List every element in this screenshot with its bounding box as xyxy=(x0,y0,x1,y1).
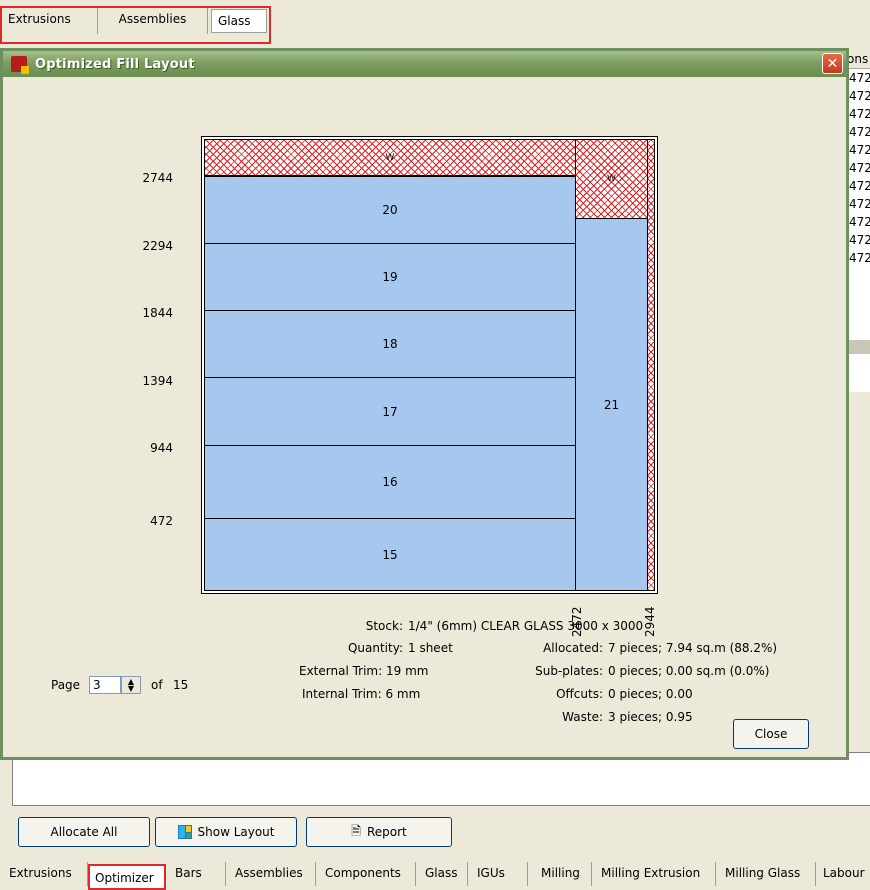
glass-piece[interactable]: 18 xyxy=(204,310,576,378)
allocate-all-label: Allocate All xyxy=(50,825,118,839)
tab-assemblies[interactable]: Assemblies xyxy=(230,862,316,886)
y-tick-label: 2744 xyxy=(142,171,173,185)
dialog-titlebar[interactable]: Optimized Fill Layout ✕ xyxy=(3,51,846,77)
glass-piece[interactable]: 20 xyxy=(204,176,576,244)
report-label: Report xyxy=(366,825,407,839)
glass-piece[interactable]: 19 xyxy=(204,243,576,311)
glass-piece[interactable]: 21 xyxy=(575,218,648,591)
page-spinner[interactable]: ▲ ▼ xyxy=(121,676,141,694)
glass-sheet-layout: W 20 19 18 17 16 15 W 21 xyxy=(201,136,658,594)
show-layout-button[interactable]: Show Layout xyxy=(155,817,297,847)
glass-piece[interactable]: 15 xyxy=(204,518,576,591)
page-of-label: of xyxy=(151,678,163,692)
y-tick-label: 2294 xyxy=(142,239,173,253)
allocated-value: 7 pieces; 7.94 sq.m (88.2%) xyxy=(608,641,778,655)
report-icon: 🗎 xyxy=(351,823,361,838)
tab-bars[interactable]: Bars xyxy=(170,862,226,886)
waste-label: W xyxy=(385,152,395,163)
tab-milling-extrusion[interactable]: Milling Extrusion xyxy=(596,862,716,886)
page-number-input[interactable]: 3 xyxy=(89,676,121,694)
optimized-fill-layout-dialog: Optimized Fill Layout ✕ 2744 2294 1844 1… xyxy=(0,48,849,760)
y-tick-label: 944 xyxy=(150,441,173,455)
quantity-label: Quantity: xyxy=(347,641,403,655)
tab-components[interactable]: Components xyxy=(320,862,416,886)
spin-down-icon[interactable]: ▼ xyxy=(128,685,134,693)
tab-milling-glass[interactable]: Milling Glass xyxy=(720,862,816,886)
app-logo-icon xyxy=(11,56,29,74)
close-button-label: Close xyxy=(754,727,788,741)
allocated-label: Allocated: xyxy=(543,641,603,655)
close-icon[interactable]: ✕ xyxy=(822,53,843,74)
offcuts-value: 0 pieces; 0.00 xyxy=(608,687,693,701)
allocate-all-button[interactable]: Allocate All xyxy=(18,817,150,847)
waste-label: W xyxy=(607,174,616,184)
tab-extrusions[interactable]: Extrusions xyxy=(4,862,88,886)
glass-piece[interactable]: 17 xyxy=(204,377,576,446)
top-tab-glass[interactable]: Glass xyxy=(211,9,267,33)
tab-optimizer[interactable]: Optimizer xyxy=(88,864,166,890)
y-tick-label: 1844 xyxy=(142,306,173,320)
waste-summary-label: Waste: xyxy=(562,710,603,724)
piece-label: 18 xyxy=(382,337,398,351)
tab-igus[interactable]: IGUs xyxy=(472,862,528,886)
tab-labour[interactable]: Labour xyxy=(818,862,870,886)
offcuts-label: Offcuts: xyxy=(556,687,603,701)
piece-label: 20 xyxy=(382,203,398,217)
waste-area[interactable]: W xyxy=(204,139,576,176)
external-trim-text: External Trim: 19 mm xyxy=(299,664,429,678)
waste-area[interactable]: W xyxy=(575,139,648,219)
report-button[interactable]: 🗎 Report xyxy=(306,817,452,847)
subplates-value: 0 pieces; 0.00 sq.m (0.0%) xyxy=(608,664,770,678)
top-tab-assemblies[interactable]: Assemblies xyxy=(98,6,208,34)
internal-trim-text: Internal Trim: 6 mm xyxy=(302,687,421,701)
stock-label: Stock: xyxy=(365,619,403,633)
quantity-value: 1 sheet xyxy=(408,641,453,655)
bottom-tab-strip: Extrusions Optimizer Bars Assemblies Com… xyxy=(0,862,870,890)
piece-label: 15 xyxy=(382,547,398,562)
dialog-title: Optimized Fill Layout xyxy=(35,56,195,72)
stock-value: 1/4" (6mm) CLEAR GLASS 3000 x 3000 xyxy=(408,619,644,633)
close-button[interactable]: Close xyxy=(733,719,809,749)
layout-icon xyxy=(177,825,192,839)
x-tick-label: 2944 xyxy=(643,606,657,637)
show-layout-label: Show Layout xyxy=(197,825,275,839)
page-label: Page xyxy=(51,678,81,692)
tab-milling[interactable]: Milling xyxy=(536,862,592,886)
piece-label: 21 xyxy=(603,397,620,412)
piece-label: 17 xyxy=(382,404,398,419)
waste-summary-value: 3 pieces; 0.95 xyxy=(608,710,693,724)
glass-piece[interactable]: 16 xyxy=(204,445,576,519)
log-panel xyxy=(12,752,870,806)
top-tab-extrusions[interactable]: Extrusions xyxy=(2,6,98,34)
piece-label: 19 xyxy=(382,270,398,284)
piece-label: 16 xyxy=(382,475,398,489)
y-tick-label: 472 xyxy=(150,514,173,528)
waste-strip[interactable] xyxy=(647,139,655,591)
tab-glass[interactable]: Glass xyxy=(420,862,468,886)
y-tick-label: 1394 xyxy=(142,374,173,388)
subplates-label: Sub-plates: xyxy=(535,664,603,678)
page-total: 15 xyxy=(173,678,189,692)
